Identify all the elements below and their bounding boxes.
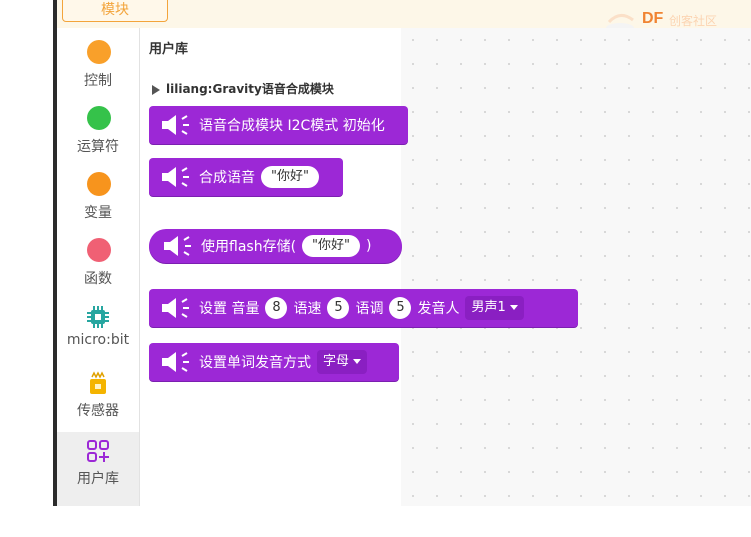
variables-dot-icon	[87, 172, 111, 196]
block-text: 语音合成模块 I2C模式 初始化	[199, 118, 385, 134]
extension-header[interactable]: liliang:Gravity语音合成模块	[152, 80, 334, 97]
logo-subtext: 创客社区	[669, 14, 718, 28]
speaker-label: 发音人	[417, 301, 460, 317]
page-bottom	[0, 506, 751, 537]
close-paren: )	[366, 238, 372, 254]
chip-icon	[87, 306, 109, 328]
operators-dot-icon	[87, 106, 111, 130]
code-workspace[interactable]	[401, 28, 751, 506]
speaker-icon	[164, 236, 191, 256]
expand-triangle-icon	[152, 84, 160, 95]
logo-text: DF	[642, 10, 664, 27]
category-label: 函数	[84, 271, 112, 287]
block-tts-speak[interactable]: 合成语音 "你好"	[149, 158, 343, 196]
speed-input[interactable]: 5	[327, 297, 350, 319]
category-label: 运算符	[77, 139, 119, 155]
word-mode-value: 字母	[323, 354, 350, 369]
flyout-title: 用户库	[149, 42, 189, 57]
block-tts-flash[interactable]: 使用flash存储( "你好" )	[149, 229, 402, 263]
category-user-library[interactable]: 用户库	[57, 432, 139, 506]
category-label: 变量	[84, 205, 112, 221]
sensor-chip-icon	[90, 371, 106, 394]
category-label: 用户库	[77, 471, 119, 487]
category-variables[interactable]: 变量	[57, 166, 139, 232]
block-tts-init[interactable]: 语音合成模块 I2C模式 初始化	[149, 106, 408, 144]
block-text: 设置单词发音方式	[199, 355, 311, 371]
extension-name: liliang:Gravity语音合成模块	[166, 82, 334, 96]
category-label: 控制	[84, 73, 112, 89]
block-text: 使用flash存储(	[201, 239, 297, 255]
block-tts-settings[interactable]: 设置 音量 8 语速 5 语调 5 发音人 男声1	[149, 289, 578, 327]
block-text: 设置 音量	[199, 301, 260, 317]
user-library-icon	[87, 440, 109, 462]
speaker-icon	[162, 167, 189, 187]
module-button[interactable]: 模块	[62, 0, 168, 22]
speaker-value: 男声1	[471, 300, 506, 315]
pitch-input[interactable]: 5	[389, 297, 412, 319]
speak-text-input[interactable]: "你好"	[261, 166, 319, 188]
block-tts-word-mode[interactable]: 设置单词发音方式 字母	[149, 343, 399, 381]
block-text: 合成语音	[199, 170, 255, 186]
functions-dot-icon	[87, 238, 111, 262]
category-sensors[interactable]: 传感器	[57, 364, 139, 430]
speed-label: 语速	[293, 301, 322, 317]
category-control[interactable]: 控制	[57, 34, 139, 100]
volume-input[interactable]: 8	[265, 297, 288, 319]
category-label: micro:bit	[66, 332, 130, 348]
word-mode-dropdown[interactable]: 字母	[317, 350, 368, 374]
block-flyout: 用户库 liliang:Gravity语音合成模块	[140, 28, 402, 506]
dropdown-caret-icon	[509, 305, 518, 310]
category-operators[interactable]: 运算符	[57, 100, 139, 166]
speaker-icon	[162, 115, 189, 135]
category-microbit[interactable]: micro:bit	[57, 298, 139, 364]
speaker-dropdown[interactable]: 男声1	[465, 296, 524, 320]
speaker-icon	[162, 352, 189, 372]
category-sidebar: 控制 运算符 变量 函数 micro:bit 传感器 用户库	[57, 28, 140, 506]
flash-text-input[interactable]: "你好"	[302, 235, 360, 257]
speaker-icon	[162, 298, 189, 318]
category-functions[interactable]: 函数	[57, 232, 139, 298]
dropdown-caret-icon	[353, 359, 362, 364]
category-label: 传感器	[77, 403, 119, 419]
control-dot-icon	[87, 40, 111, 64]
pitch-label: 语调	[355, 301, 384, 317]
